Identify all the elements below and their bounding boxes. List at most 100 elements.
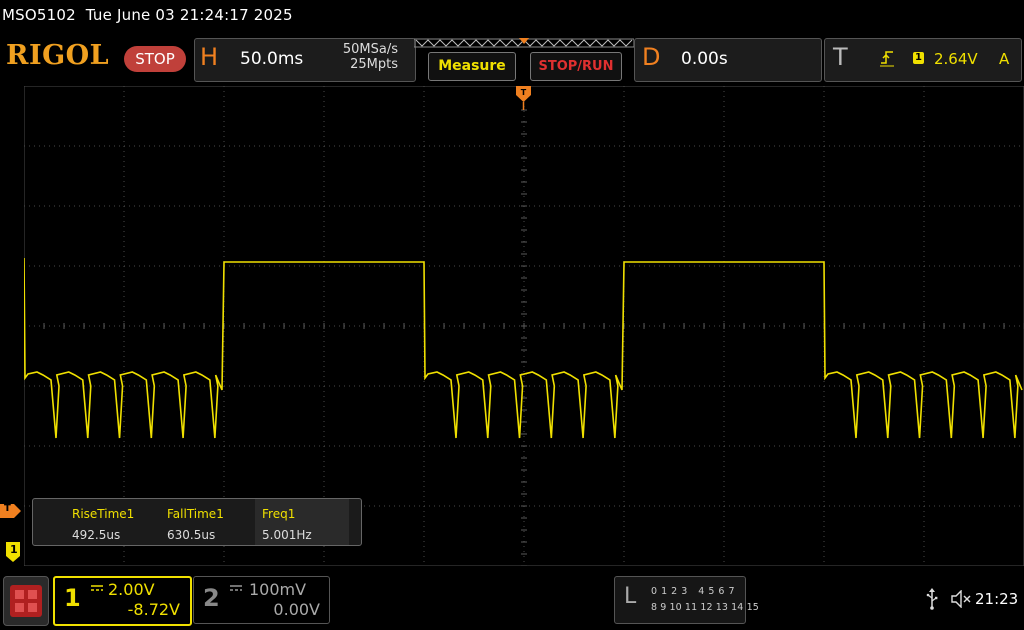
menu-grid-icon (10, 585, 42, 617)
dc-coupling-icon (91, 585, 103, 591)
trigger-level-value: 2.64V (934, 50, 978, 68)
waveform-display[interactable] (24, 86, 1024, 566)
date-time: Tue June 03 21:24:17 2025 (85, 6, 293, 24)
grid-tick (403, 323, 405, 329)
grid-tick (521, 421, 527, 423)
speaker-muted-icon[interactable] (951, 590, 973, 608)
delay-value: 0.00s (681, 49, 728, 69)
grid-tick (663, 323, 665, 329)
status-line: MSO5102 Tue June 03 21:24:17 2025 (2, 6, 293, 24)
trigger-level-marker[interactable]: T (0, 503, 22, 518)
grid-tick (521, 517, 527, 519)
logic-analyzer-label: L (624, 584, 637, 609)
measurement-name: Freq1 (262, 507, 296, 521)
main-menu-button[interactable] (3, 576, 49, 626)
grid-tick (883, 323, 885, 329)
channel-1-number: 1 (64, 584, 81, 612)
grid-tick (521, 505, 527, 507)
grid-tick (521, 349, 527, 351)
grid-tick (743, 323, 745, 329)
grid-tick (783, 323, 785, 329)
delay-label: D (642, 43, 661, 71)
measure-button[interactable]: Measure (428, 52, 516, 81)
grid-tick (521, 337, 527, 339)
grid-tick (521, 157, 527, 159)
logic-channels-row-2: 8 9 10 11 12 13 14 15 (651, 602, 759, 613)
grid-tick (583, 323, 585, 329)
grid-tick (521, 217, 527, 219)
timebase-value: 50.0ms (240, 49, 304, 69)
measurement-panel[interactable]: RiseTime1 492.5us FallTime1 630.5us Freq… (32, 498, 362, 546)
horizontal-label: H (200, 43, 219, 71)
grid-tick (323, 323, 325, 329)
grid-tick (763, 323, 765, 329)
grid-tick (521, 229, 527, 231)
trigger-source-badge: 1 (913, 52, 924, 64)
logic-channels-row-1: 0 1 2 3 4 5 6 7 (651, 586, 736, 597)
run-state-badge[interactable]: STOP (124, 46, 186, 72)
measurement-item[interactable]: Freq1 5.001Hz (255, 499, 349, 545)
svg-text:T: T (521, 88, 527, 97)
ch1-waveform (24, 257, 1023, 439)
grid-tick (521, 193, 527, 195)
usb-icon (926, 588, 938, 610)
grid-tick (521, 205, 527, 207)
measurement-value: 492.5us (72, 528, 121, 542)
grid-tick (683, 323, 685, 329)
system-clock: 21:23 (975, 590, 1019, 608)
trigger-label: T (833, 43, 848, 71)
grid-tick (343, 323, 345, 329)
grid-tick (483, 323, 485, 329)
grid-tick (283, 323, 285, 329)
grid-tick (183, 323, 185, 329)
grid-tick (983, 323, 985, 329)
grid-tick (543, 323, 545, 329)
acquisition-info: 50MSa/s 25Mpts (320, 42, 398, 72)
grid-tick (521, 529, 527, 531)
ch1-offset-marker[interactable]: 1 (6, 542, 22, 562)
delay-panel[interactable] (634, 38, 822, 82)
grid-tick (521, 121, 527, 123)
channel-2-number: 2 (203, 584, 220, 612)
grid-tick (63, 323, 65, 329)
grid-tick (521, 469, 527, 471)
grid-tick (521, 445, 527, 447)
grid-tick (263, 323, 265, 329)
grid-tick (1003, 323, 1005, 329)
grid-tick (521, 265, 527, 267)
grid-tick (443, 323, 445, 329)
grid-tick (963, 323, 965, 329)
measurement-value: 5.001Hz (262, 528, 312, 542)
trigger-position-marker[interactable]: T (516, 86, 531, 110)
grid-tick (103, 323, 105, 329)
trigger-mode: A (999, 50, 1010, 68)
grid-tick (521, 277, 527, 279)
memory-depth: 25Mpts (350, 57, 398, 72)
model-name: MSO5102 (2, 6, 76, 24)
grid-tick (521, 493, 527, 495)
grid-tick (703, 323, 705, 329)
grid-tick (521, 253, 527, 255)
grid-tick (923, 323, 925, 329)
measurement-item[interactable]: FallTime1 630.5us (160, 499, 254, 545)
stop-run-button[interactable]: STOP/RUN (530, 52, 622, 81)
dc-coupling-icon (230, 585, 242, 591)
grid-tick (83, 323, 85, 329)
grid-tick (503, 323, 505, 329)
grid-tick (521, 301, 527, 303)
measurement-name: FallTime1 (167, 507, 224, 521)
grid-tick (521, 313, 527, 315)
grid-tick (521, 457, 527, 459)
memory-position-bar (414, 38, 634, 48)
grid-tick (123, 323, 125, 329)
measurement-name: RiseTime1 (72, 507, 135, 521)
grid-tick (521, 361, 527, 363)
grid-tick (521, 289, 527, 291)
grid-tick (243, 323, 245, 329)
grid-tick (563, 323, 565, 329)
grid-tick (163, 323, 165, 329)
sample-rate: 50MSa/s (342, 42, 398, 57)
grid-tick (521, 169, 527, 171)
measurement-item[interactable]: RiseTime1 492.5us (65, 499, 159, 545)
trigger-level-marker-label: T (4, 503, 11, 514)
